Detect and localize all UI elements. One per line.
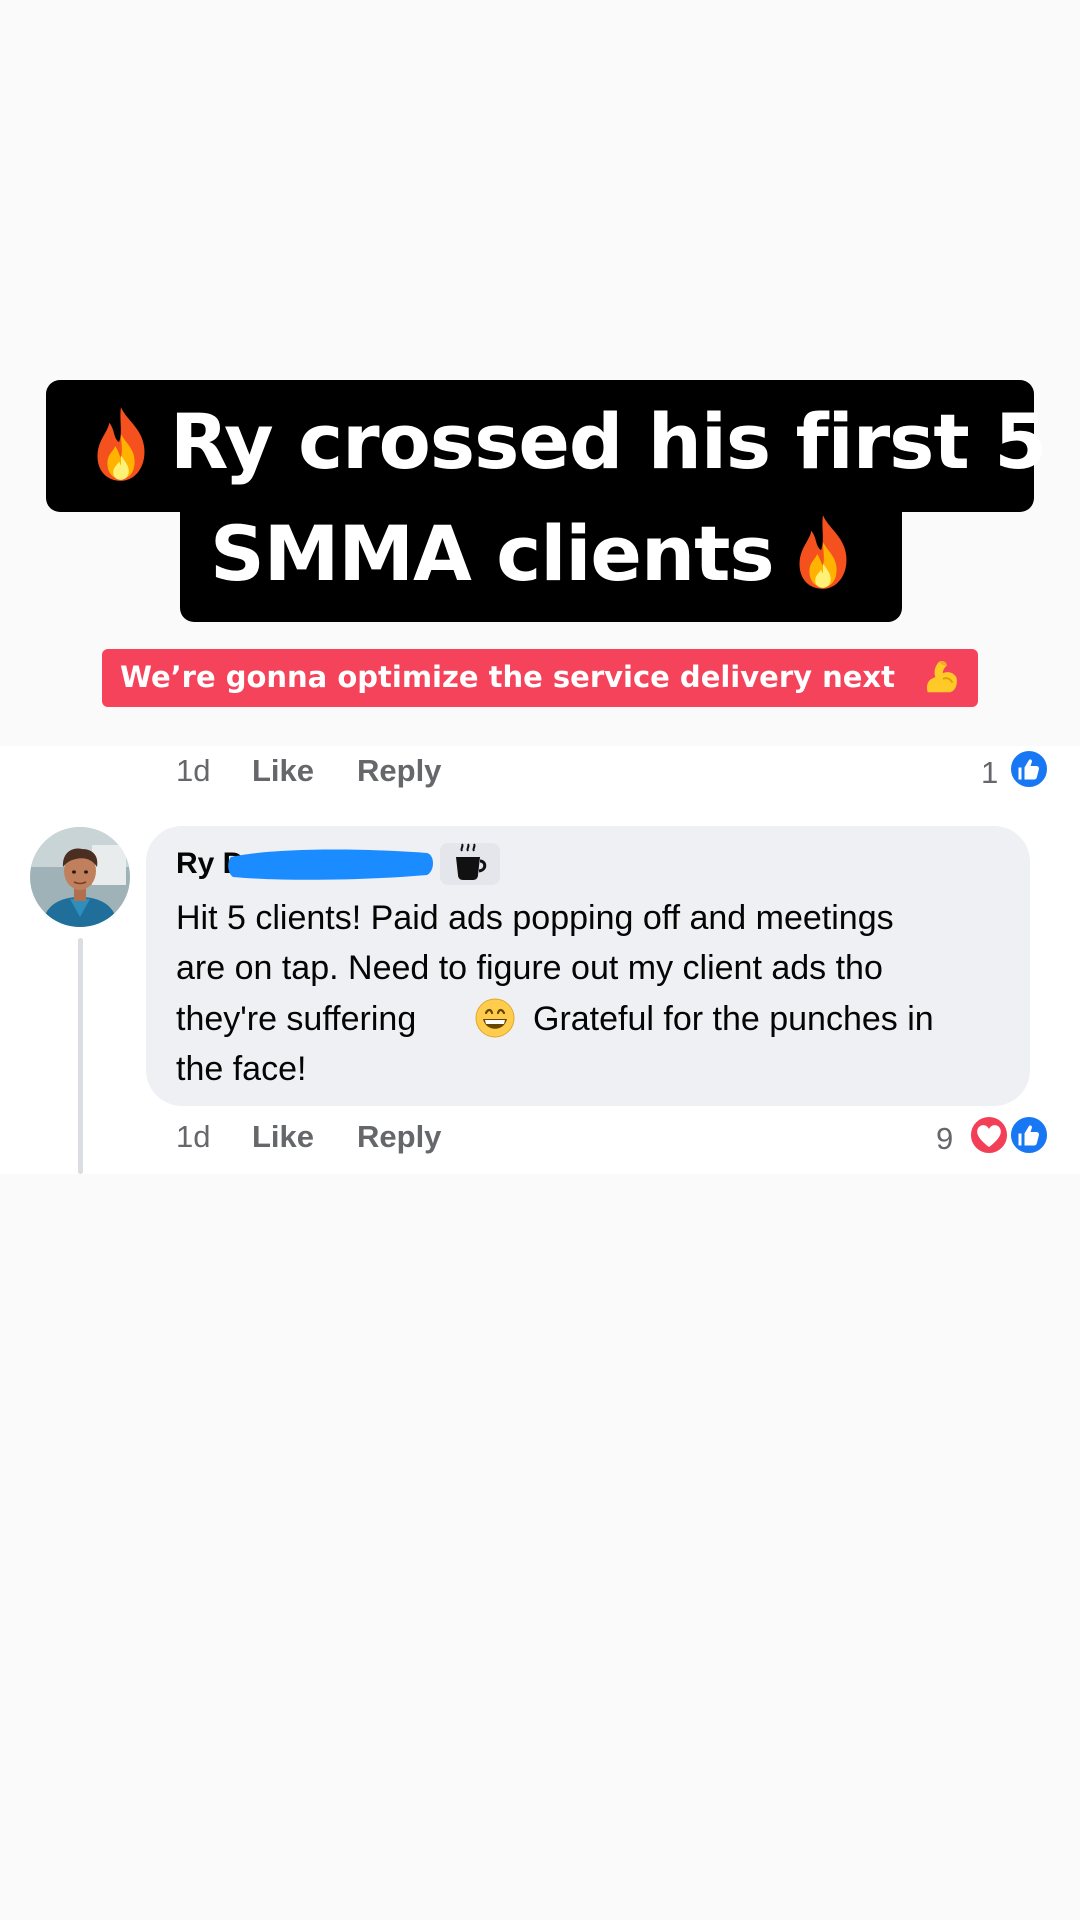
author-badge[interactable]	[440, 843, 500, 885]
avatar[interactable]	[30, 827, 130, 927]
comment-time: 1d	[176, 1119, 211, 1154]
comment-text-line2: are on tap. Need to figure out my client…	[176, 949, 883, 987]
like-icon	[1008, 1114, 1050, 1156]
grinning-face-icon	[475, 998, 515, 1038]
previous-comment-reply-button[interactable]: Reply	[357, 755, 441, 786]
subheadline-text: We’re gonna optimize the service deliver…	[120, 660, 895, 694]
like-icon	[1008, 748, 1050, 790]
comment-like-button[interactable]: Like	[252, 1121, 314, 1152]
flexed-biceps-icon	[926, 661, 957, 693]
fire-icon	[799, 515, 847, 589]
comment-text-line1: Hit 5 clients! Paid ads popping off and …	[176, 899, 894, 937]
coffee-cup-icon	[456, 843, 487, 880]
comment-text-line3b: Grateful for the punches in	[533, 1000, 934, 1038]
comment-text-line4: the face!	[176, 1050, 307, 1088]
comment-reaction-count[interactable]: 9	[936, 1123, 953, 1154]
comment-text-line3a: they're suffering	[176, 1000, 417, 1038]
comment-reply-button[interactable]: Reply	[357, 1121, 441, 1152]
headline-line2: SMMA clients	[210, 509, 775, 598]
fire-icon	[97, 407, 145, 481]
redaction-mark	[228, 849, 433, 880]
headline-line1: Ry crossed his first 5	[170, 397, 1047, 486]
previous-comment-like-button[interactable]: Like	[252, 755, 314, 786]
previous-comment-reaction-count[interactable]: 1	[981, 757, 998, 788]
heart-icon	[968, 1114, 1010, 1156]
thread-connector-line	[78, 938, 83, 1174]
previous-comment-time: 1d	[176, 753, 211, 788]
